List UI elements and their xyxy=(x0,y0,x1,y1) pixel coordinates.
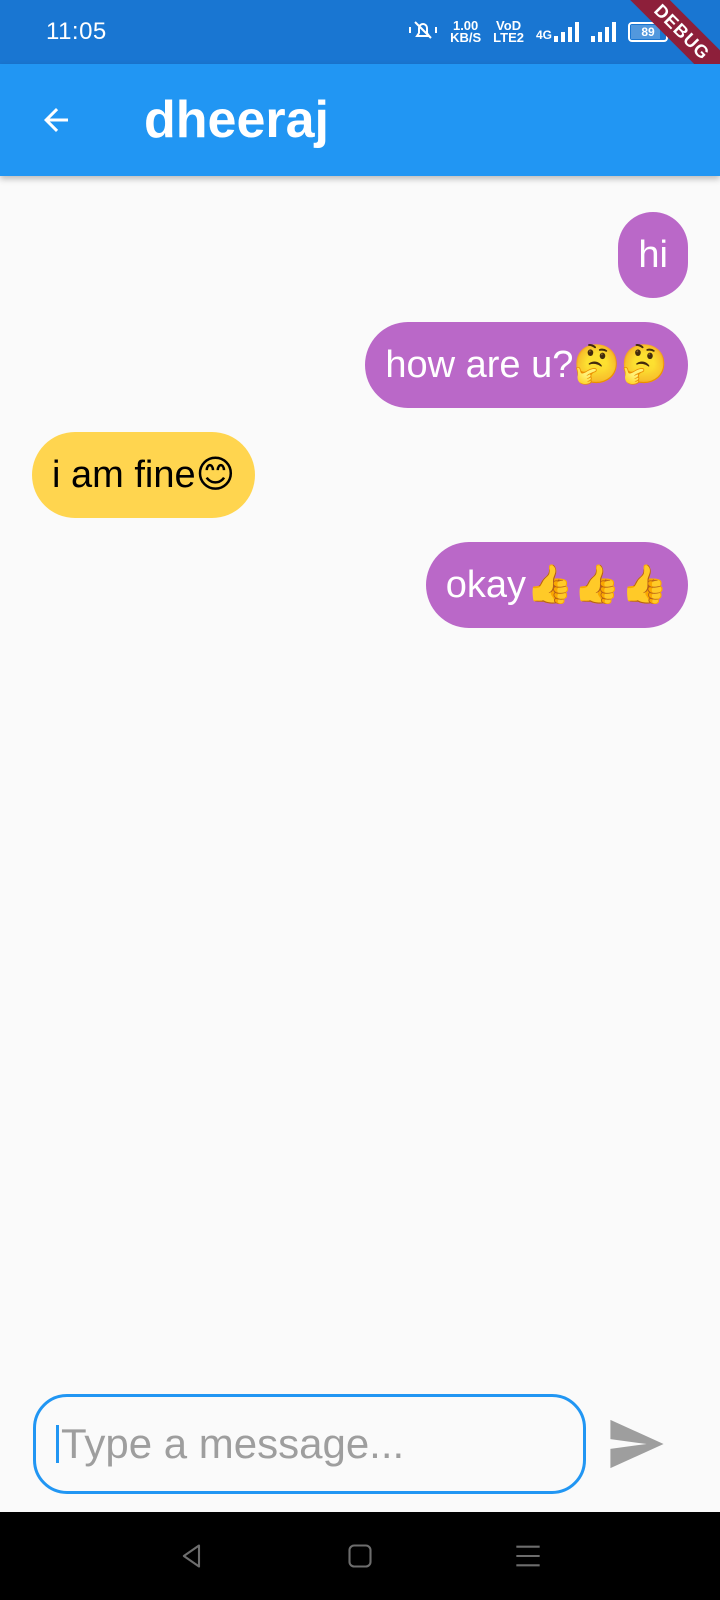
status-time: 11:05 xyxy=(46,18,107,45)
network-speed: 1.00 KB/S xyxy=(450,19,482,45)
message-row: i am fine😊 xyxy=(32,432,688,518)
signal-4g: 4G xyxy=(536,22,579,42)
message-composer xyxy=(0,1376,720,1512)
nav-menu-icon xyxy=(516,1545,540,1567)
chat-title: dheeraj xyxy=(144,91,329,149)
message-input-box[interactable] xyxy=(33,1394,586,1494)
nav-home-icon xyxy=(348,1544,372,1568)
status-bar: 11:05 1.00 KB/S VoD LTE2 4G 89 DEBUG xyxy=(0,0,720,64)
volte-indicator: VoD LTE2 xyxy=(493,19,524,45)
network-speed-unit: KB/S xyxy=(450,30,482,45)
message-row: hi xyxy=(32,212,688,298)
sent-message-bubble[interactable]: hi xyxy=(618,212,688,298)
send-button[interactable] xyxy=(608,1415,666,1473)
received-message-bubble[interactable]: i am fine😊 xyxy=(32,432,256,518)
mute-vibrate-icon xyxy=(408,18,438,46)
nav-menu-button[interactable] xyxy=(506,1534,550,1578)
message-row: okay👍👍👍 xyxy=(32,542,688,628)
battery-level: 89 xyxy=(641,25,655,39)
lte-label: LTE2 xyxy=(493,30,524,45)
text-cursor xyxy=(56,1425,59,1463)
sent-message-bubble[interactable]: how are u?🤔🤔 xyxy=(365,322,688,408)
nav-home-button[interactable] xyxy=(338,1534,382,1578)
nav-back-icon xyxy=(182,1544,201,1568)
arrow-back-icon xyxy=(44,108,68,132)
back-button[interactable] xyxy=(28,92,84,148)
message-row: how are u?🤔🤔 xyxy=(32,322,688,408)
send-icon xyxy=(610,1419,664,1469)
status-icons: 1.00 KB/S VoD LTE2 4G 89 xyxy=(408,18,668,46)
message-list[interactable]: hi how are u?🤔🤔 i am fine😊 okay👍👍👍 xyxy=(0,176,720,1376)
signal-icon-1 xyxy=(554,22,579,42)
system-nav-bar xyxy=(0,1512,720,1600)
app-bar: dheeraj xyxy=(0,64,720,176)
sent-message-bubble[interactable]: okay👍👍👍 xyxy=(425,542,688,628)
message-input[interactable] xyxy=(61,1420,541,1468)
signal-icon-2 xyxy=(591,22,616,42)
nav-back-button[interactable] xyxy=(170,1534,214,1578)
network-type-label: 4G xyxy=(535,28,552,42)
